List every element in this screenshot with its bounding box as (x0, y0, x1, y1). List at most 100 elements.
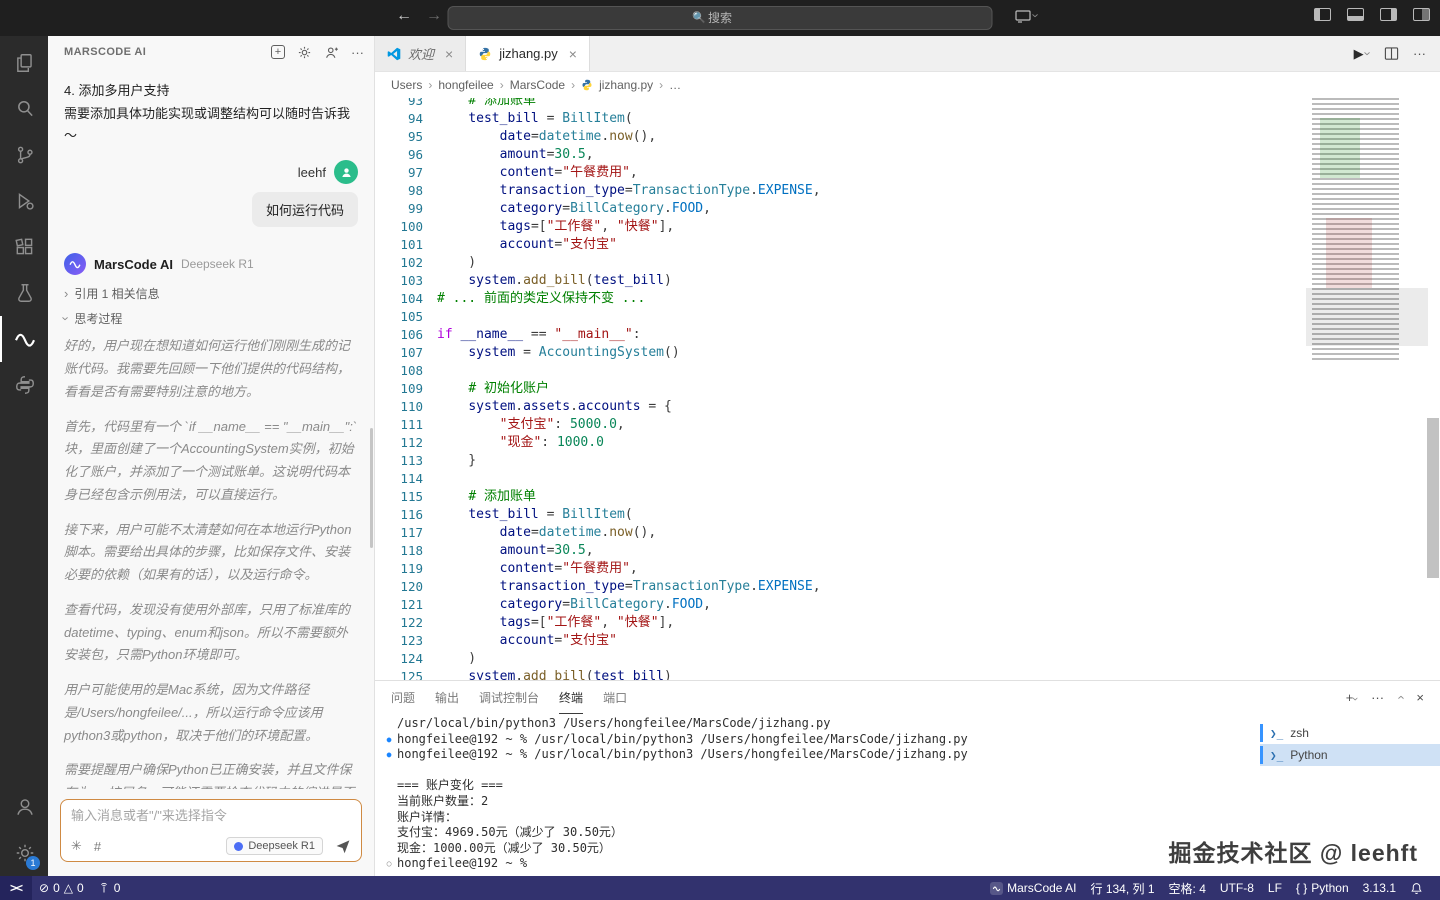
line-number[interactable]: 105 (375, 308, 437, 326)
toggle-panel-icon[interactable] (1347, 8, 1364, 21)
line-number[interactable]: 110 (375, 398, 437, 416)
tab-terminal[interactable]: 终端 (559, 681, 583, 714)
line-number[interactable]: 98 (375, 182, 437, 200)
language-mode[interactable]: { } Python (1289, 876, 1356, 900)
line-number[interactable]: 109 (375, 380, 437, 398)
line-number[interactable]: 122 (375, 614, 437, 632)
tab-jizhang-py[interactable]: jizhang.py × (466, 36, 590, 71)
line-number[interactable]: 103 (375, 272, 437, 290)
skill-icon[interactable]: ✳ (71, 838, 82, 854)
run-debug-icon[interactable] (0, 178, 48, 224)
line-number[interactable]: 123 (375, 632, 437, 650)
screen-share-icon[interactable]: › (1015, 8, 1038, 23)
terminal-item-python[interactable]: ❯_ Python (1260, 744, 1440, 766)
line-number[interactable]: 94 (375, 110, 437, 128)
close-icon[interactable]: × (445, 46, 453, 62)
testing-icon[interactable] (0, 270, 48, 316)
remote-indicator[interactable]: >< (0, 876, 32, 900)
cursor-position[interactable]: 行 134, 列 1 (1084, 876, 1162, 900)
minimap[interactable] (1312, 98, 1424, 360)
python-version[interactable]: 3.13.1 (1356, 876, 1403, 900)
line-number[interactable]: 116 (375, 506, 437, 524)
extensions-icon[interactable] (0, 224, 48, 270)
line-number[interactable]: 115 (375, 488, 437, 506)
line-number[interactable]: 108 (375, 362, 437, 380)
line-number[interactable]: 117 (375, 524, 437, 542)
close-icon[interactable]: × (569, 46, 577, 62)
line-number[interactable]: 113 (375, 452, 437, 470)
terminal-item-zsh[interactable]: ❯_ zsh (1260, 722, 1440, 744)
new-chat-icon[interactable]: + (271, 45, 285, 59)
send-icon[interactable] (335, 838, 351, 854)
search-input[interactable] (448, 6, 993, 30)
toggle-sidebar-icon[interactable] (1314, 8, 1331, 21)
run-python-file-button[interactable]: ▶› (1354, 46, 1370, 62)
search-view-icon[interactable] (0, 86, 48, 132)
line-number[interactable]: 102 (375, 254, 437, 272)
source-control-icon[interactable] (0, 132, 48, 178)
line-number[interactable]: 120 (375, 578, 437, 596)
marscode-ai-icon[interactable] (0, 316, 48, 362)
minimap-slider[interactable] (1306, 288, 1428, 346)
more-actions-icon[interactable]: ··· (1413, 46, 1426, 61)
toggle-secondary-sidebar-icon[interactable] (1380, 8, 1397, 21)
settings-gear-icon[interactable]: 1 (0, 830, 48, 876)
customize-layout-icon[interactable] (1413, 8, 1430, 21)
chat-settings-icon[interactable] (297, 45, 312, 60)
line-number[interactable]: 111 (375, 416, 437, 434)
model-selector[interactable]: Deepseek R1 (226, 837, 323, 855)
line-number[interactable]: 119 (375, 560, 437, 578)
editor-scrollbar[interactable] (1427, 418, 1439, 578)
eol[interactable]: LF (1261, 876, 1289, 900)
back-icon[interactable]: ← (396, 7, 412, 25)
close-panel-icon[interactable]: × (1416, 690, 1424, 705)
profile-icon[interactable] (324, 45, 339, 60)
line-number[interactable]: 118 (375, 542, 437, 560)
chat-input[interactable] (71, 808, 351, 823)
more-actions-icon[interactable]: ··· (1371, 690, 1384, 705)
line-number[interactable]: 101 (375, 236, 437, 254)
tab-output[interactable]: 输出 (435, 681, 459, 714)
encoding[interactable]: UTF-8 (1213, 876, 1261, 900)
line-number[interactable]: 124 (375, 650, 437, 668)
forward-icon[interactable]: → (426, 7, 442, 25)
explorer-icon[interactable] (0, 40, 48, 86)
tab-welcome[interactable]: 欢迎 × (375, 36, 466, 71)
line-number[interactable]: 104 (375, 290, 437, 308)
line-number[interactable]: 121 (375, 596, 437, 614)
new-terminal-icon[interactable]: +› (1346, 690, 1357, 705)
tab-problems[interactable]: 问题 (391, 681, 415, 714)
line-number[interactable]: 93 (375, 98, 437, 110)
code-editor[interactable]: 9394959697989910010110210310410510610710… (375, 98, 1440, 680)
tab-ports[interactable]: 端口 (603, 681, 627, 714)
marscode-status[interactable]: MarsCode AI (983, 876, 1083, 900)
more-actions-icon[interactable]: ··· (351, 45, 364, 60)
gutter[interactable]: 9394959697989910010110210310410510610710… (375, 98, 437, 680)
python-env-icon[interactable] (0, 362, 48, 408)
indentation[interactable]: 空格: 4 (1162, 876, 1213, 900)
line-number[interactable]: 106 (375, 326, 437, 344)
terminal-output[interactable]: /usr/local/bin/python3 /Users/hongfeilee… (375, 714, 1260, 876)
notifications-bell[interactable] (1403, 876, 1430, 900)
problems-status[interactable]: ⊘0 △0 (32, 876, 91, 900)
line-number[interactable]: 95 (375, 128, 437, 146)
reference-toggle[interactable]: › 引用 1 相关信息 (64, 285, 358, 302)
tab-debug-console[interactable]: 调试控制台 (479, 681, 539, 714)
line-number[interactable]: 99 (375, 200, 437, 218)
ports-status[interactable]: 0 (91, 876, 128, 900)
account-icon[interactable] (0, 784, 48, 830)
line-number[interactable]: 107 (375, 344, 437, 362)
thinking-toggle[interactable]: › 思考过程 (64, 310, 358, 327)
breadcrumb[interactable]: Users› hongfeilee› MarsCode› jizhang.py›… (375, 72, 1440, 98)
line-number[interactable]: 114 (375, 470, 437, 488)
line-number[interactable]: 100 (375, 218, 437, 236)
chat-message-list[interactable]: 4. 添加多用户支持 需要添加具体功能实现或调整结构可以随时告诉我～ leehf… (48, 68, 374, 789)
chat-scrollbar[interactable] (370, 428, 373, 548)
split-editor-icon[interactable] (1384, 46, 1399, 61)
maximize-panel-icon[interactable]: › (1393, 695, 1408, 699)
context-icon[interactable]: # (94, 839, 101, 854)
line-number[interactable]: 112 (375, 434, 437, 452)
line-number[interactable]: 96 (375, 146, 437, 164)
line-number[interactable]: 125 (375, 668, 437, 680)
line-number[interactable]: 97 (375, 164, 437, 182)
